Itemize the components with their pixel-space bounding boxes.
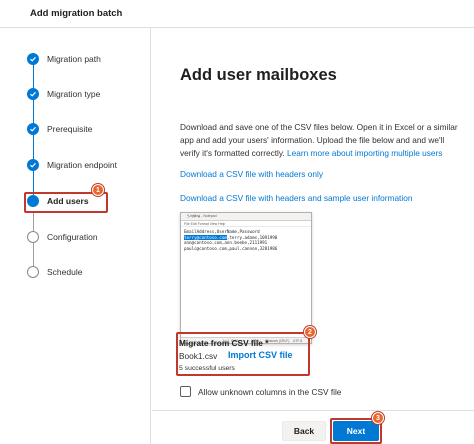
csv-line: ann@contoso.com,ann.beebe,2111991 xyxy=(184,240,268,246)
import-csv-button[interactable]: Import CSV file xyxy=(228,350,293,360)
pending-step-circle-icon xyxy=(27,231,39,243)
checkmark-icon xyxy=(27,88,39,100)
checkmark-icon xyxy=(27,53,39,65)
panel-header: Add migration batch xyxy=(0,0,474,28)
notepad-titlebar: *Untitled - Notepad –□× xyxy=(181,213,311,221)
allow-unknown-columns-option[interactable]: Allow unknown columns in the CSV file xyxy=(180,386,341,397)
step-migration-endpoint[interactable]: Migration endpoint xyxy=(27,158,117,172)
notepad-screenshot: *Untitled - Notepad –□× File Edit Format… xyxy=(180,212,312,344)
wizard-footer: Back Next 3 xyxy=(152,410,474,444)
step-label: Migration type xyxy=(47,89,101,99)
callout-badge-3: 3 xyxy=(372,412,384,424)
wizard-steps-sidebar: Migration path Migration type Prerequisi… xyxy=(0,28,151,444)
download-sample-link[interactable]: Download a CSV file with headers and sam… xyxy=(180,193,412,203)
step-label: Configuration xyxy=(47,232,98,242)
step-migration-type[interactable]: Migration type xyxy=(27,87,100,101)
csv-line: paulc@contoso.com,paul.cannon,3281986 xyxy=(184,245,278,251)
learn-more-link[interactable]: Learn more about importing multiple user… xyxy=(287,148,442,158)
checkmark-icon xyxy=(27,123,39,135)
csv-selected-text: terry@contoso.com xyxy=(184,234,227,240)
csv-line: ,terry.adams,1091990 xyxy=(226,234,278,240)
step-prerequisite[interactable]: Prerequisite xyxy=(27,122,92,136)
csv-import-status: 5 successful users xyxy=(179,365,235,372)
download-headers-link[interactable]: Download a CSV file with headers only xyxy=(180,169,323,179)
checkmark-icon xyxy=(27,159,39,171)
checkbox-label: Allow unknown columns in the CSV file xyxy=(198,386,342,397)
step-migration-path[interactable]: Migration path xyxy=(27,52,101,66)
allow-unknown-columns-checkbox[interactable] xyxy=(180,386,191,397)
notepad-text: EmailAddress,UserName,Password terry@con… xyxy=(181,227,311,253)
panel-title: Add migration batch xyxy=(30,8,123,19)
step-label: Schedule xyxy=(47,267,83,277)
step-label: Migration path xyxy=(47,54,101,64)
step-schedule[interactable]: Schedule xyxy=(27,265,82,279)
back-button[interactable]: Back xyxy=(282,421,326,441)
page-title: Add user mailboxes xyxy=(180,66,337,84)
csv-file-name: Book1.csv xyxy=(179,351,218,361)
pending-step-circle-icon xyxy=(27,266,39,278)
next-button[interactable]: Next xyxy=(333,421,379,441)
csv-field-label: Migrate from CSV file * xyxy=(179,338,269,348)
step-label: Migration endpoint xyxy=(47,160,117,170)
callout-badge-2: 2 xyxy=(304,326,316,338)
description-text: Download and save one of the CSV files b… xyxy=(180,121,460,160)
step-configuration[interactable]: Configuration xyxy=(27,230,98,244)
callout-badge-1: 1 xyxy=(92,184,104,196)
csv-line: EmailAddress,UserName,Password xyxy=(184,229,260,234)
step-label: Prerequisite xyxy=(47,124,93,134)
window-controls-icon: –□× xyxy=(187,214,203,219)
main-content: Add user mailboxes Download and save one… xyxy=(152,28,474,410)
